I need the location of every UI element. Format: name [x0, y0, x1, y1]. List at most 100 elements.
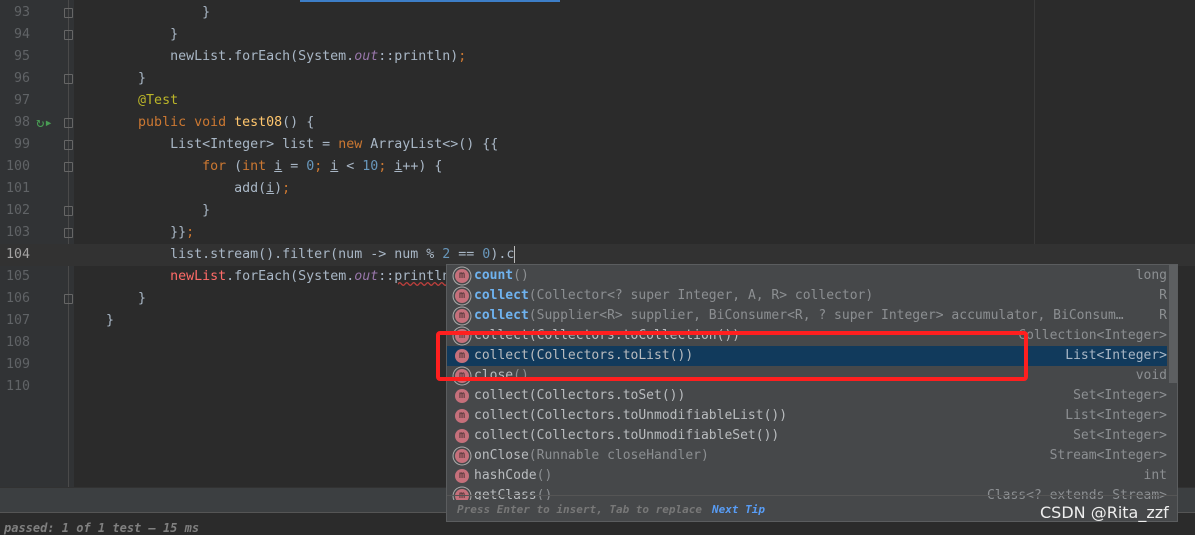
code-token: }	[74, 27, 179, 42]
watermark: CSDN @Rita_zzf	[1040, 503, 1169, 522]
completion-item[interactable]: m onClose(Runnable closeHandler) Stream<In…	[447, 446, 1167, 466]
code-text: }	[74, 68, 146, 90]
code-token: newList.forEach(System.	[74, 49, 355, 64]
code-token: ;	[458, 49, 467, 64]
code-text: add(i);	[74, 178, 290, 200]
code-line[interactable]: 102 }	[0, 200, 1195, 222]
code-line[interactable]: 100 for (int i = 0; i < 10; i++) {	[0, 156, 1195, 178]
completion-match: collect	[474, 308, 529, 323]
code-text: }	[74, 310, 114, 332]
code-token: add(	[74, 181, 267, 196]
code-token: ++) {	[402, 159, 443, 174]
line-number: 107	[5, 313, 30, 328]
line-number: 108	[5, 335, 30, 350]
code-line[interactable]: 94 }	[0, 24, 1195, 46]
code-token: out	[354, 49, 379, 64]
code-line[interactable]: 97 @Test	[0, 90, 1195, 112]
completion-return-type: List<Integer>	[1065, 408, 1167, 423]
code-token: newList	[170, 269, 227, 284]
code-line[interactable]: 96 }	[0, 68, 1195, 90]
code-token: println	[394, 269, 451, 284]
method-icon: m	[455, 449, 469, 463]
line-number: 101	[5, 181, 30, 196]
line-number: 99	[13, 137, 30, 152]
code-token: }	[74, 5, 211, 20]
completion-item[interactable]: m collect(Collectors.toUnmodifiableList()…	[447, 406, 1167, 426]
fold-marker-icon[interactable]	[64, 30, 73, 40]
code-line[interactable]: 104 list.stream().filter(num -> num % 2 …	[0, 244, 1195, 266]
fold-marker-icon[interactable]	[64, 118, 73, 128]
code-text: public void test08() {	[74, 112, 314, 134]
line-number: 94	[13, 27, 30, 42]
line-number: 104	[5, 247, 30, 262]
line-number: 103	[5, 225, 30, 240]
completion-return-type: R	[1159, 288, 1167, 303]
code-token: int	[242, 159, 275, 174]
code-token: ==	[450, 247, 483, 262]
completion-return-type: Set<Integer>	[1073, 388, 1167, 403]
line-number: 105	[5, 269, 30, 284]
line-number: 96	[13, 71, 30, 86]
completion-label: collect(Collectors.toUnmodifiableList())	[474, 408, 788, 423]
completion-scrollbar[interactable]	[1169, 265, 1177, 383]
code-token: i	[274, 159, 283, 174]
code-text: }	[74, 2, 210, 24]
completion-name: collect(Collector<? super Integer, A, R>…	[474, 286, 873, 306]
fold-marker-icon[interactable]	[64, 228, 73, 238]
footer-hint: Press Enter to insert, Tab to replace	[457, 503, 703, 516]
completion-item[interactable]: m collect(Collector<? super Integer, A, R…	[447, 286, 1167, 306]
method-icon: m	[455, 309, 469, 323]
fold-marker-icon[interactable]	[64, 162, 73, 172]
code-token: test08	[234, 115, 283, 130]
line-number: 100	[5, 159, 30, 174]
code-token: ;	[378, 159, 395, 174]
fold-marker-icon[interactable]	[64, 74, 73, 84]
code-line[interactable]: 101 add(i);	[0, 178, 1195, 200]
code-line[interactable]: 95 newList.forEach(System.out::println);	[0, 46, 1195, 68]
fold-marker-icon[interactable]	[64, 8, 73, 18]
code-text: }	[74, 24, 178, 46]
completion-item[interactable]: m collect(Supplier<R> supplier, BiConsume…	[447, 306, 1167, 326]
fold-marker-icon[interactable]	[64, 206, 73, 216]
code-token: public void	[138, 115, 235, 130]
code-token: }	[74, 291, 147, 306]
code-token: ::	[378, 269, 395, 284]
completion-match: collect	[474, 288, 529, 303]
completion-name: collect(Collectors.toSet())	[474, 386, 685, 406]
completion-item[interactable]: m hashCode() int	[447, 466, 1167, 486]
text-caret	[514, 245, 516, 263]
code-token: 10	[362, 159, 379, 174]
code-token: i	[266, 181, 275, 196]
code-token: =	[282, 159, 307, 174]
completion-popup[interactable]: m count() long m collect(Collector<? super I…	[446, 264, 1178, 522]
code-line[interactable]: 93 }	[0, 2, 1195, 24]
run-test-icon[interactable]: ↻▸	[36, 115, 53, 131]
completion-match: count	[474, 268, 514, 283]
completion-params: ()	[513, 268, 529, 283]
code-line[interactable]: 98 public void test08() {	[0, 112, 1195, 134]
next-tip-link[interactable]: Next Tip	[712, 503, 765, 516]
completion-item[interactable]: m collect(Collectors.toUnmodifiableSet())…	[447, 426, 1167, 446]
line-number: 97	[13, 93, 30, 108]
code-token: ;	[314, 159, 331, 174]
completion-return-type: Stream<Integer>	[1049, 448, 1167, 463]
completion-return-type: Collection<Integer>	[1018, 328, 1167, 343]
code-line[interactable]: 99 List<Integer> list = new ArrayList<>(…	[0, 134, 1195, 156]
line-number: 106	[5, 291, 30, 306]
code-token: .forEach(System.	[226, 269, 355, 284]
method-icon: m	[455, 389, 469, 403]
completion-label: collect(Collectors.toSet())	[474, 388, 686, 403]
code-text: for (int i = 0; i < 10; i++) {	[74, 156, 442, 178]
completion-item[interactable]: m count() long	[447, 266, 1167, 286]
code-line[interactable]: 103 }};	[0, 222, 1195, 244]
code-token: ;	[282, 181, 291, 196]
method-icon: m	[455, 429, 469, 443]
completion-item[interactable]: m collect(Collectors.toSet()) Set<Integer>	[447, 386, 1167, 406]
method-icon: m	[455, 409, 469, 423]
fold-marker-icon[interactable]	[64, 294, 73, 304]
completion-params: ()	[536, 468, 553, 483]
fold-marker-icon[interactable]	[64, 140, 73, 150]
completion-label: collect(Collectors.toUnmodifiableSet())	[474, 428, 780, 443]
code-text: newList.forEach(System.out::println);	[74, 46, 466, 68]
